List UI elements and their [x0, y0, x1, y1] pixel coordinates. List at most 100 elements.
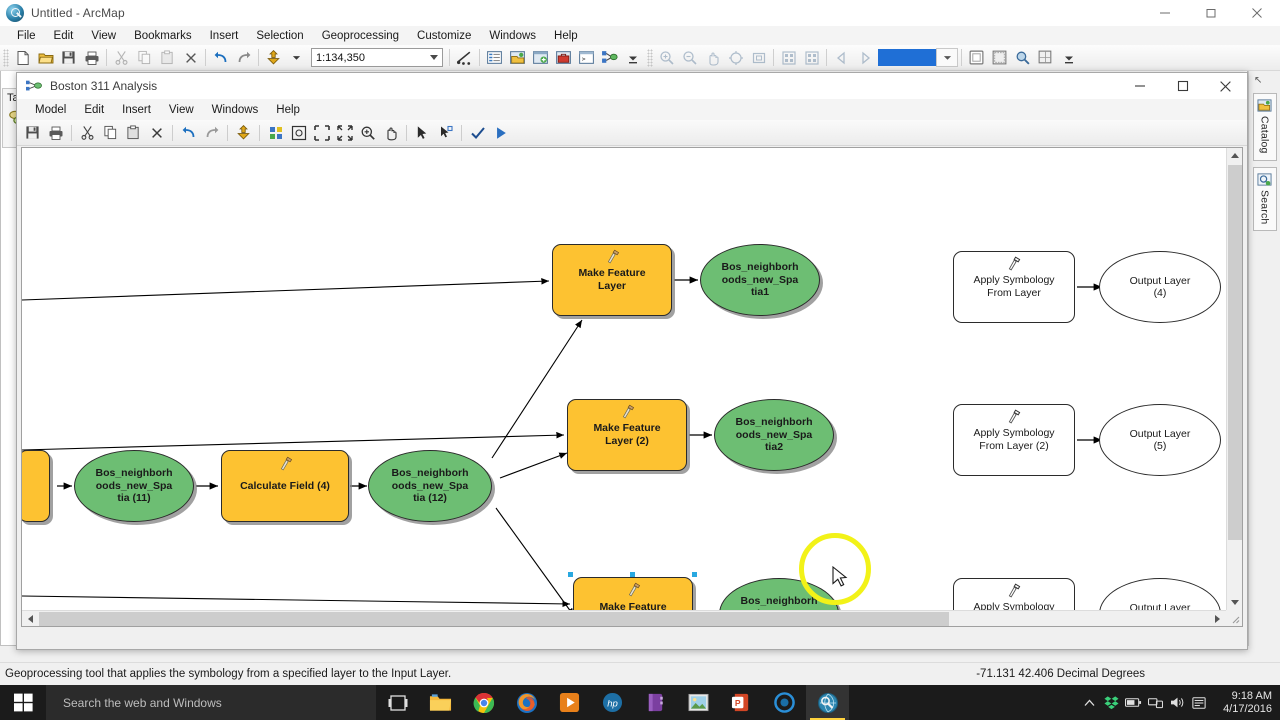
model-node-data-output-layer-4[interactable]: Output Layer (4) — [1099, 251, 1221, 323]
model-cut-icon[interactable] — [77, 122, 98, 143]
taskbar-app-media-player[interactable] — [548, 685, 591, 720]
scroll-right-button[interactable] — [1210, 611, 1226, 626]
redo-icon[interactable] — [233, 47, 254, 68]
python-window-icon[interactable]: > — [576, 47, 597, 68]
paste-icon[interactable] — [157, 47, 178, 68]
model-node-tool-make-feature-layer-2[interactable]: Make Feature Layer (2) — [567, 399, 687, 471]
selection-handle-n[interactable] — [630, 572, 635, 577]
modelbuilder-minimize-button[interactable] — [1118, 73, 1161, 99]
model-print-icon[interactable] — [45, 122, 66, 143]
toolbar-grip[interactable] — [3, 48, 9, 67]
cut-icon[interactable] — [111, 47, 132, 68]
model-menu-model[interactable]: Model — [26, 103, 75, 117]
model-full-view-icon[interactable] — [288, 122, 309, 143]
battery-icon[interactable] — [1122, 685, 1144, 720]
new-document-icon[interactable] — [12, 47, 33, 68]
add-data-dropdown-icon[interactable] — [286, 47, 307, 68]
arcmap-maximize-button[interactable] — [1188, 0, 1234, 26]
modelbuilder-titlebar[interactable]: Boston 311 Analysis — [17, 73, 1247, 99]
catalog-window-icon[interactable] — [507, 47, 528, 68]
menu-edit[interactable]: Edit — [45, 29, 83, 43]
model-node-tool-apply-symbology-2[interactable]: Apply Symbology From Layer (2) — [953, 404, 1075, 476]
model-node-tool-apply-symbology-1[interactable]: Apply Symbology From Layer — [953, 251, 1075, 323]
identify-icon[interactable] — [989, 47, 1010, 68]
full-extent-icon[interactable] — [725, 47, 746, 68]
model-node-data-output-layer-5[interactable]: Output Layer (5) — [1099, 404, 1221, 476]
open-folder-icon[interactable] — [35, 47, 56, 68]
toolbar-grip-2[interactable] — [647, 48, 653, 67]
menu-bookmarks[interactable]: Bookmarks — [125, 29, 201, 43]
taskbar-clock[interactable]: 9:18 AM 4/17/2016 — [1210, 690, 1280, 716]
dock-tab-catalog[interactable]: Catalog — [1252, 93, 1277, 161]
copy-icon[interactable] — [134, 47, 155, 68]
chevron-down-icon[interactable] — [430, 55, 438, 60]
menu-windows[interactable]: Windows — [480, 29, 545, 43]
taskbar-app-cortana[interactable] — [763, 685, 806, 720]
model-copy-icon[interactable] — [100, 122, 121, 143]
dock-collapse-arrow-icon[interactable]: ↖ — [1254, 75, 1262, 86]
menu-geoprocessing[interactable]: Geoprocessing — [313, 29, 408, 43]
modelbuilder-close-button[interactable] — [1204, 73, 1247, 99]
toolbar-overflow-icon-2[interactable] — [1058, 47, 1079, 68]
model-redo-icon[interactable] — [201, 122, 222, 143]
model-node-data-spatia-11[interactable]: Bos_neighborh oods_new_Spa tia (11) — [74, 450, 194, 522]
model-menu-edit[interactable]: Edit — [75, 103, 113, 117]
zoom-in-icon[interactable] — [656, 47, 677, 68]
table-of-contents-icon[interactable] — [484, 47, 505, 68]
fixed-zoom-icon[interactable] — [748, 47, 769, 68]
model-validate-icon[interactable] — [467, 122, 488, 143]
model-menu-windows[interactable]: Windows — [203, 103, 268, 117]
model-paste-icon[interactable] — [123, 122, 144, 143]
arcmap-minimize-button[interactable] — [1142, 0, 1188, 26]
menu-insert[interactable]: Insert — [201, 29, 248, 43]
model-zoom-out-fixed-icon[interactable] — [334, 122, 355, 143]
model-select-pointer-icon[interactable] — [412, 122, 433, 143]
taskbar-app-hp-support[interactable]: hp — [591, 685, 634, 720]
toolbar-overflow-icon[interactable] — [622, 47, 643, 68]
model-node-tool-partial[interactable] — [22, 450, 50, 522]
editor-toolbar-icon[interactable] — [454, 47, 475, 68]
taskbar-app-chrome[interactable] — [462, 685, 505, 720]
modelbuilder-canvas[interactable]: Bos_neighborh oods_new_Spa tia (11) Calc… — [22, 148, 1228, 626]
go-back-icon[interactable] — [831, 47, 852, 68]
scale-entry-field[interactable] — [878, 49, 936, 66]
dropbox-icon[interactable] — [1100, 685, 1122, 720]
scroll-down-button[interactable] — [1227, 594, 1242, 610]
go-forward-icon[interactable] — [854, 47, 875, 68]
show-hidden-icons-chevron[interactable] — [1078, 685, 1100, 720]
windows-start-icon[interactable] — [0, 685, 46, 720]
action-center-icon[interactable] — [1188, 685, 1210, 720]
print-icon[interactable] — [81, 47, 102, 68]
model-node-tool-make-feature-layer[interactable]: Make Feature Layer — [552, 244, 672, 316]
selection-handle-nw[interactable] — [568, 572, 573, 577]
select-features-icon[interactable] — [966, 47, 987, 68]
save-icon[interactable] — [58, 47, 79, 68]
model-run-icon[interactable] — [490, 122, 511, 143]
dock-tab-search[interactable]: Search — [1252, 166, 1277, 232]
menu-help[interactable]: Help — [545, 29, 587, 43]
model-connect-icon[interactable] — [435, 122, 456, 143]
menu-file[interactable]: File — [8, 29, 45, 43]
network-icon[interactable] — [1144, 685, 1166, 720]
taskbar-app-file-explorer[interactable] — [419, 685, 462, 720]
model-zoom-to-selected-icon[interactable] — [311, 122, 332, 143]
modelbuilder-maximize-button[interactable] — [1161, 73, 1204, 99]
modelbuilder-icon[interactable] — [599, 47, 620, 68]
scroll-left-button[interactable] — [22, 611, 38, 626]
delete-icon[interactable] — [180, 47, 201, 68]
taskbar-app-onenote[interactable] — [634, 685, 677, 720]
map-scale-combo[interactable]: 1:134,350 — [311, 48, 443, 67]
volume-icon[interactable] — [1166, 685, 1188, 720]
arcmap-close-button[interactable] — [1234, 0, 1280, 26]
menu-selection[interactable]: Selection — [247, 29, 312, 43]
measure-icon[interactable] — [1035, 47, 1056, 68]
model-menu-help[interactable]: Help — [267, 103, 309, 117]
menu-view[interactable]: View — [82, 29, 125, 43]
arctoolbox-icon[interactable] — [553, 47, 574, 68]
horizontal-scroll-thumb[interactable] — [39, 612, 949, 626]
model-auto-layout-icon[interactable] — [265, 122, 286, 143]
model-node-data-spatia2[interactable]: Bos_neighborh oods_new_Spa tia2 — [714, 399, 834, 471]
model-save-icon[interactable] — [22, 122, 43, 143]
menu-customize[interactable]: Customize — [408, 29, 480, 43]
taskbar-app-photos[interactable] — [677, 685, 720, 720]
